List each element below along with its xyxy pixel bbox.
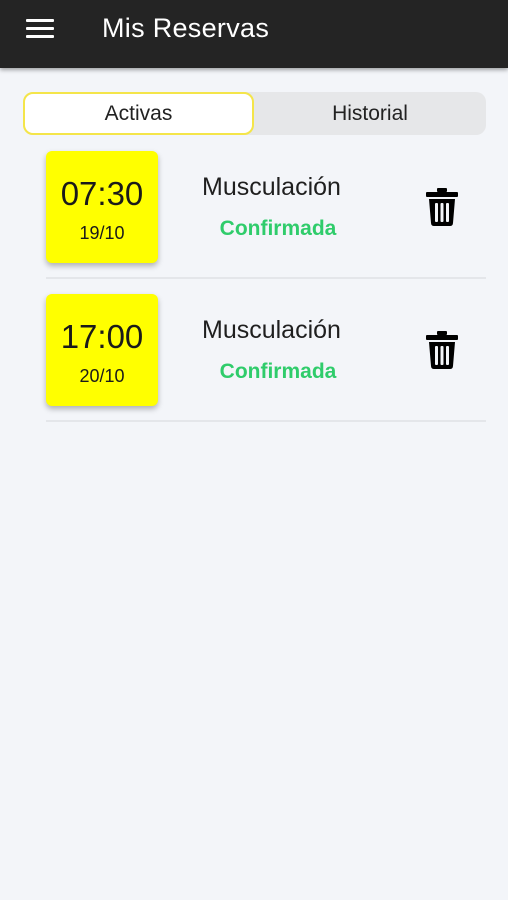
trash-icon[interactable]: [426, 188, 458, 226]
booking-date-card: 17:00 20/10: [46, 294, 158, 406]
booking-status: Confirmada: [219, 217, 337, 240]
menu-icon-line: [26, 19, 54, 22]
booking-item[interactable]: 17:00 20/10 Musculación Confirmada: [46, 294, 486, 422]
menu-icon[interactable]: [26, 19, 54, 39]
trash-icon[interactable]: [426, 331, 458, 369]
booking-time: 17:00: [60, 318, 144, 355]
menu-icon-line: [26, 35, 54, 38]
booking-status: Confirmada: [219, 360, 337, 383]
menu-icon-line: [26, 27, 54, 30]
app-bar: Mis Reservas: [0, 0, 508, 68]
booking-date: 20/10: [79, 366, 125, 386]
booking-class-name: Musculación: [202, 316, 341, 344]
booking-class-name: Musculación: [202, 173, 341, 201]
booking-item[interactable]: 07:30 19/10 Musculación Confirmada: [46, 151, 486, 279]
tab-activas[interactable]: Activas: [23, 92, 254, 135]
tab-historial[interactable]: Historial: [254, 92, 486, 135]
booking-time: 07:30: [60, 175, 144, 212]
tab-bar: Activas Historial: [23, 92, 486, 135]
page-title: Mis Reservas: [102, 13, 270, 43]
booking-date: 19/10: [79, 223, 125, 243]
booking-date-card: 07:30 19/10: [46, 151, 158, 263]
